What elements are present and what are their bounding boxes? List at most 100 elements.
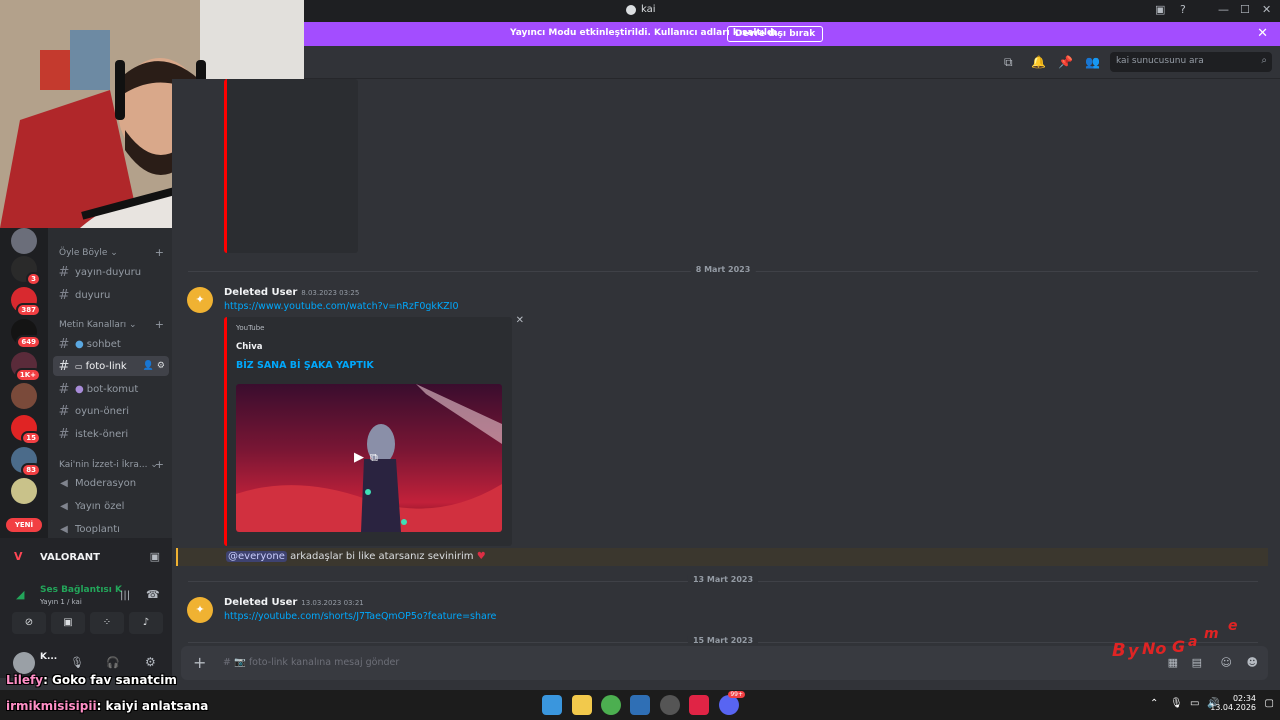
server-icon[interactable] (11, 478, 37, 504)
help-icon[interactable]: ? (1180, 3, 1186, 16)
hash-icon: # (58, 381, 70, 397)
valorant-taskbar-icon[interactable] (689, 695, 709, 715)
date-divider: 8 Mart 2023 (188, 265, 1258, 274)
server-icon[interactable]: 3 (11, 256, 41, 286)
message-author[interactable]: Deleted User 8.03.2023 03:25 (224, 287, 359, 298)
video-thumbnail[interactable]: ▶ ⧉ (236, 384, 502, 532)
activity-chat-icon[interactable]: ▣ (150, 550, 160, 563)
speaker-icon: ◀ (60, 477, 68, 489)
category-oyle-boyle[interactable]: Öyle Böyle ⌄ (59, 248, 118, 258)
add-channel-icon[interactable]: + (155, 246, 164, 259)
voice-channel[interactable]: Yayın 1 / kai (40, 598, 82, 606)
discord-avatar-icon[interactable]: ✦ (187, 287, 213, 313)
channel-sohbet[interactable]: # ● sohbet (53, 334, 169, 354)
channel-yayin-ozel[interactable]: ◀ Yayın özel (53, 496, 169, 516)
soundboard-button[interactable]: ♪ (129, 612, 163, 634)
banner-close-icon[interactable]: ✕ (1257, 26, 1268, 41)
everyone-mention[interactable]: @everyone (226, 551, 287, 562)
mention-message-text: @everyone arkadaşlar bi like atarsanız s… (226, 551, 486, 562)
windows-start-icon[interactable] (542, 695, 562, 715)
embed-provider[interactable]: YouTube (236, 324, 264, 332)
composer-placeholder: # 📷 foto-link kanalına mesaj gönder (223, 657, 400, 668)
channel-duyuru[interactable]: # duyuru (53, 285, 169, 305)
hash-icon: # (58, 426, 70, 442)
user-panel: V VALORANT ▣ ◢ Ses Bağlantısı K Yayın 1 … (0, 538, 172, 678)
hash-icon: # (58, 264, 70, 280)
channel-oyun-oneri[interactable]: # oyun-öneri (53, 401, 169, 421)
disconnect-icon[interactable]: ☎ (146, 588, 160, 601)
activities-button[interactable]: ⁘ (90, 612, 124, 634)
server-icon[interactable] (11, 228, 37, 254)
chrome-icon[interactable] (601, 695, 621, 715)
tray-network-icon[interactable]: ▭ (1190, 698, 1199, 709)
hash-icon: # (58, 336, 70, 352)
add-channel-icon[interactable]: + (155, 458, 164, 471)
remove-embed-icon[interactable]: ✕ (516, 315, 524, 326)
channel-istek-oneri[interactable]: # istek-öneri (53, 424, 169, 444)
open-external-icon[interactable]: ⧉ (370, 451, 378, 465)
server-icon[interactable] (11, 383, 37, 409)
video-off-button[interactable]: ⊘ (12, 612, 46, 634)
close-window-button[interactable]: ✕ (1262, 3, 1271, 16)
channel-foto-link[interactable]: # ▭ foto-link 👤 ⚙ (53, 356, 169, 376)
channel-yayin-duyuru[interactable]: # yayın-duyuru (53, 262, 169, 282)
play-icon[interactable]: ▶ (354, 450, 364, 465)
server-icon[interactable]: 649 (11, 319, 41, 349)
channel-bot-komut[interactable]: # ● bot-komut (53, 379, 169, 399)
svg-text:m: m (1204, 626, 1219, 642)
app-icon[interactable] (630, 695, 650, 715)
embed-author[interactable]: Chiva (236, 342, 262, 352)
bell-icon[interactable]: 🔔 (1031, 55, 1046, 69)
notification-icon[interactable]: ▢ (1265, 698, 1274, 709)
minimize-button[interactable]: — (1218, 3, 1229, 16)
server-icon[interactable]: 83 (11, 447, 41, 477)
screen-share-button[interactable]: ▣ (51, 612, 85, 634)
search-input[interactable]: kai sunucusunu ara ⌕ (1110, 52, 1272, 72)
overlay-chat-line: Lilefy: Goko fav sanatcim (6, 673, 177, 687)
message-link[interactable]: https://www.youtube.com/watch?v=nRzF0gkK… (224, 301, 459, 312)
discord-taskbar-icon[interactable]: 99+ (719, 691, 745, 715)
youtube-embed: YouTube Chiva BİZ SANA Bİ ŞAKA YAPTIK ✕ … (224, 315, 524, 546)
server-icon[interactable]: 387 (11, 287, 41, 317)
disable-streamer-mode-button[interactable]: Devre dışı bırak (727, 26, 824, 42)
voice-status[interactable]: Ses Bağlantısı K (40, 585, 122, 595)
add-channel-icon[interactable]: + (155, 318, 164, 331)
overlay-chat-line: irmikmisisipii: kaiyi anlatsana (6, 699, 209, 713)
settings-icon[interactable]: ⚙ (145, 655, 156, 669)
channel-moderasyon[interactable]: ◀ Moderasyon (53, 473, 169, 493)
message-composer[interactable]: + # 📷 foto-link kanalına mesaj gönder ▦ … (181, 646, 1268, 680)
steam-icon[interactable] (660, 695, 680, 715)
message-link[interactable]: https://youtube.com/shorts/J7TaeQmOP5o?f… (224, 611, 496, 622)
microphone-icon[interactable]: 🎙 (70, 656, 84, 669)
channel-settings-icon[interactable]: 👤 ⚙ (143, 361, 165, 371)
channel-toplanti[interactable]: ◀ Tooplantı (53, 519, 169, 539)
activity-row[interactable]: V VALORANT ▣ (8, 546, 164, 568)
channel-header: ⧉ 🔔 📌 👥 kai sunucusunu ara ⌕ (304, 46, 1280, 79)
username[interactable]: K... (40, 652, 57, 662)
date-divider: 15 Mart 2023 (188, 636, 1258, 645)
category-kai-izzet[interactable]: Kai'nin İzzet-i İkra... ⌄ (59, 460, 158, 470)
cast-icon[interactable]: ▣ (1155, 3, 1165, 16)
tray-chevron-icon[interactable]: ⌃ (1150, 698, 1158, 709)
headphones-icon[interactable]: 🎧 (106, 656, 120, 669)
file-explorer-icon[interactable] (572, 695, 592, 715)
noise-icon[interactable]: ||| (120, 590, 130, 601)
discord-avatar-icon[interactable]: ✦ (187, 597, 213, 623)
maximize-button[interactable]: ☐ (1240, 3, 1250, 16)
attach-plus-icon[interactable]: + (193, 653, 206, 672)
date-divider: 13 Mart 2023 (188, 575, 1258, 584)
server-icon[interactable]: 1K+ (11, 352, 41, 382)
embed-title[interactable]: BİZ SANA Bİ ŞAKA YAPTIK (236, 360, 374, 371)
robot-icon: ● (75, 383, 84, 395)
window-title: kai (626, 4, 656, 15)
taskbar-clock[interactable]: 02:34 13.04.2026 (1210, 694, 1256, 712)
category-metin-kanallari[interactable]: Metin Kanalları ⌄ (59, 320, 137, 330)
server-icon[interactable]: 15 (11, 415, 41, 445)
message-author[interactable]: Deleted User 13.03.2023 03:21 (224, 597, 364, 608)
channel-list: Öyle Böyle ⌄ + # yayın-duyuru # duyuru Met… (48, 228, 172, 540)
threads-icon[interactable]: ⧉ (1004, 55, 1013, 70)
tray-mic-icon[interactable]: 🎙 (1170, 698, 1183, 709)
avatar[interactable] (13, 652, 35, 674)
pin-icon[interactable]: 📌 (1058, 55, 1073, 69)
members-icon[interactable]: 👥 (1085, 55, 1100, 69)
